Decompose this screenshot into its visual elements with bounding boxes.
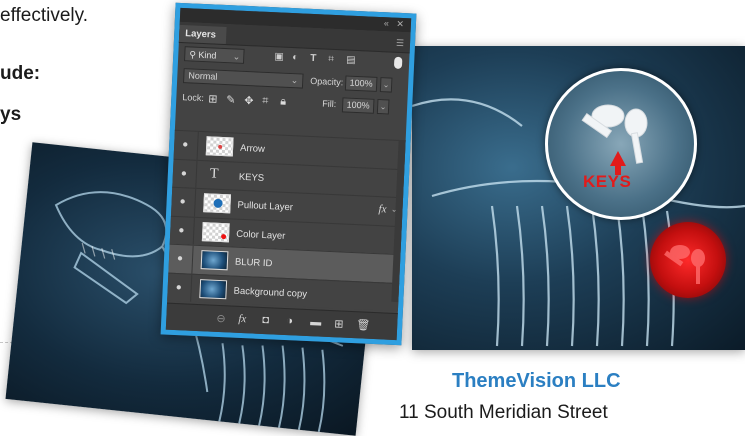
- group-folder-icon[interactable]: ▬: [310, 316, 322, 328]
- lock-all-icon[interactable]: 🔒︎: [280, 96, 286, 109]
- chevron-down-icon: ⌄: [232, 51, 241, 62]
- layer-name: Arrow: [239, 142, 266, 155]
- doc-text-line-2: ude:: [0, 63, 41, 84]
- lock-transparent-icon[interactable]: ⊞: [208, 92, 218, 105]
- new-layer-icon[interactable]: ⊞: [334, 317, 344, 330]
- doc-text-line-1: effectively.: [0, 5, 89, 26]
- collapse-icon[interactable]: «: [384, 18, 389, 28]
- keys-magnifier: [545, 68, 697, 220]
- layer-thumbnail: [201, 221, 230, 242]
- layer-thumbnail: [200, 250, 229, 271]
- layer-thumbnail: [205, 136, 234, 157]
- keys-label: KEYS: [583, 172, 632, 191]
- shape-filter-icon[interactable]: ⌗: [328, 54, 334, 65]
- layer-name: BLUR ID: [234, 256, 273, 270]
- filter-kind-select[interactable]: ⚲ Kind ⌄: [184, 46, 245, 64]
- blend-mode-value: Normal: [188, 70, 218, 82]
- eye-icon[interactable]: ●: [176, 282, 183, 293]
- tab-layers[interactable]: Layers: [178, 24, 227, 45]
- eye-icon[interactable]: ●: [177, 253, 184, 264]
- company-name: ThemeVision LLC: [452, 370, 621, 392]
- opacity-chevron-icon[interactable]: ⌄: [379, 77, 393, 93]
- trash-icon[interactable]: 🗑︎: [356, 318, 371, 332]
- smart-object-filter-icon[interactable]: ▤: [346, 55, 356, 66]
- link-layers-icon[interactable]: ⊖: [216, 312, 226, 325]
- layer-name: KEYS: [238, 171, 265, 184]
- layers-panel: « ✕ Layers ☰ ⚲ Kind ⌄ ▣ ◐ T ⌗ ▤ Normal ⌄…: [160, 2, 417, 346]
- red-keys-icon: [664, 245, 705, 284]
- red-keys-blur: [650, 222, 726, 298]
- fill-chevron-icon[interactable]: ⌄: [376, 98, 390, 115]
- layer-name: Color Layer: [235, 228, 286, 242]
- lock-label: Lock:: [182, 92, 205, 104]
- layer-name: Pullout Layer: [237, 199, 294, 214]
- blend-mode-select[interactable]: Normal ⌄: [183, 68, 304, 89]
- layer-list: ● Arrow ● T KEYS ● Pullout Layer fx ⌄ ● …: [167, 129, 406, 312]
- eye-icon[interactable]: ●: [182, 139, 189, 150]
- eye-icon[interactable]: ●: [178, 225, 185, 236]
- fill-label: Fill:: [322, 98, 337, 110]
- lock-position-icon[interactable]: ✥: [244, 94, 254, 107]
- lock-brush-icon[interactable]: ✎: [226, 93, 236, 106]
- fill-input[interactable]: 100%: [341, 97, 375, 114]
- lock-artboard-icon[interactable]: ⌗: [262, 95, 269, 108]
- adjustment-filter-icon[interactable]: ◐: [292, 52, 299, 63]
- filter-toggle[interactable]: [393, 56, 403, 70]
- doc-text-line-3: ys: [0, 104, 22, 125]
- fx-icon[interactable]: fx: [378, 203, 386, 215]
- eye-icon[interactable]: ●: [181, 168, 188, 179]
- layer-thumbnail: [203, 193, 232, 214]
- adjustment-layer-icon[interactable]: ◑: [286, 315, 293, 327]
- panel-menu-icon[interactable]: ☰: [396, 38, 405, 49]
- type-filter-icon[interactable]: T: [310, 53, 317, 64]
- layer-thumbnail: [199, 278, 228, 299]
- keys-icon: [581, 104, 648, 175]
- opacity-input[interactable]: 100%: [344, 75, 378, 92]
- type-layer-icon: T: [209, 165, 219, 182]
- eye-icon[interactable]: ●: [179, 196, 186, 207]
- layer-name: Background copy: [233, 285, 308, 300]
- chevron-down-icon: ⌄: [290, 75, 299, 86]
- opacity-label: Opacity:: [310, 75, 344, 88]
- filter-kind-label: Kind: [198, 49, 217, 61]
- image-filter-icon[interactable]: ▣: [274, 51, 284, 62]
- mask-icon[interactable]: ◘: [262, 314, 269, 326]
- fx-icon[interactable]: fx: [238, 313, 246, 325]
- close-icon[interactable]: ✕: [396, 19, 404, 30]
